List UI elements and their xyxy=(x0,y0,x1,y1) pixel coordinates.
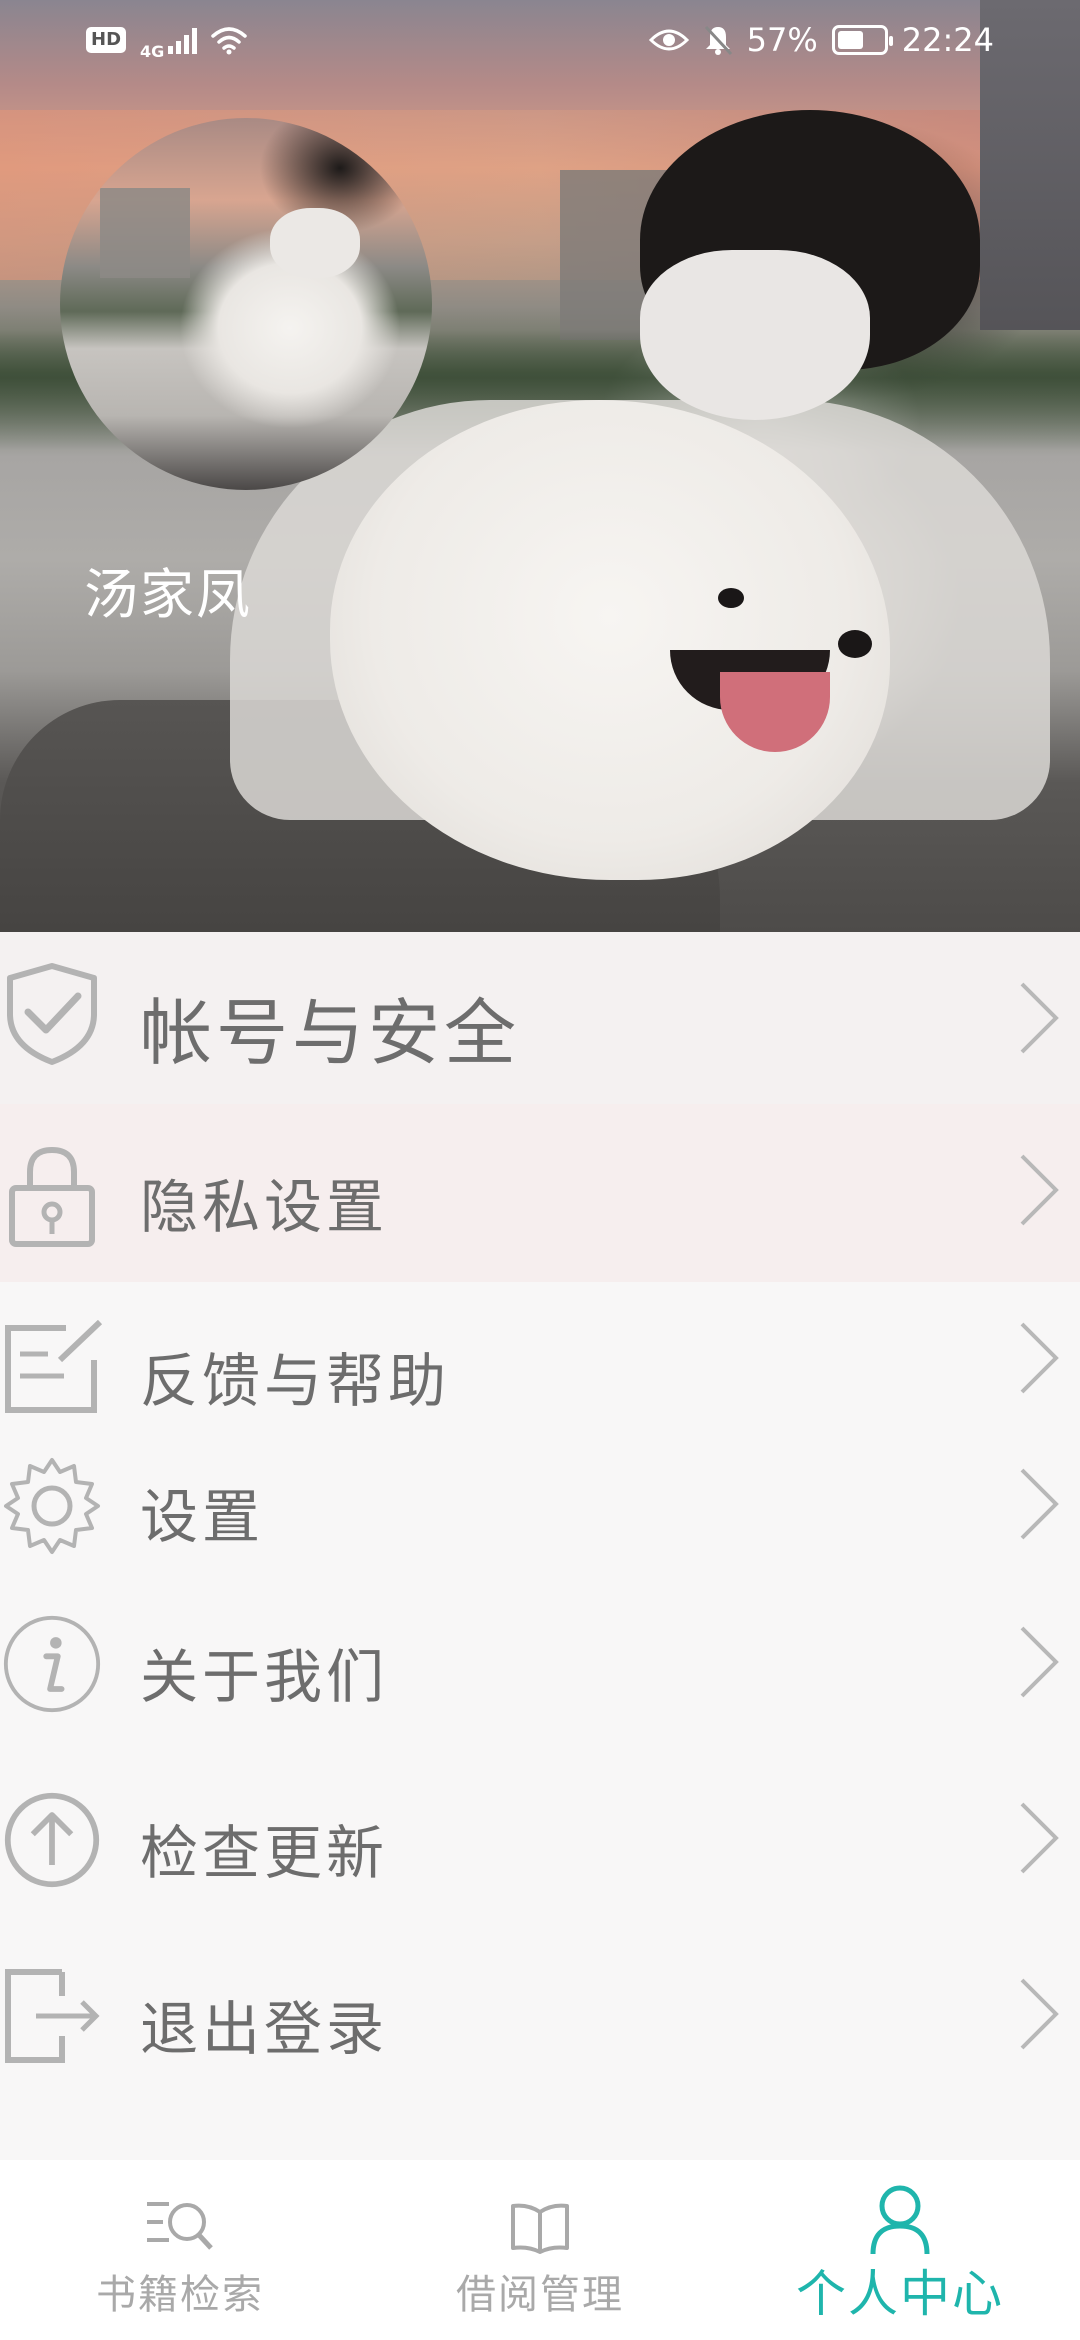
status-right: 57% 22:24 xyxy=(648,21,994,59)
menu-item-label: 检查更新 xyxy=(140,1819,389,1887)
tab-label: 个人中心 xyxy=(796,2265,1004,2323)
hd-icon: HD xyxy=(86,27,127,53)
menu-item-logout[interactable]: 退出登录 xyxy=(0,1926,1080,2102)
menu-item-about[interactable]: 关于我们 xyxy=(0,1574,1080,1750)
photo-dog-eye xyxy=(718,588,744,608)
chevron-right-icon xyxy=(1016,978,1062,1058)
photo-mask xyxy=(640,250,870,420)
chevron-right-icon xyxy=(1016,1318,1062,1398)
upload-arrow-icon xyxy=(2,1790,102,1890)
lock-icon xyxy=(2,1146,102,1247)
menu-item-settings[interactable]: 设置 xyxy=(0,1434,1080,1574)
avatar-photo-building xyxy=(100,188,190,278)
tab-label: 书籍检索 xyxy=(96,2272,264,2318)
menu-item-label: 帐号与安全 xyxy=(140,991,521,1075)
tab-borrow-management[interactable]: 借阅管理 xyxy=(360,2160,720,2340)
menu-item-feedback[interactable]: 反馈与帮助 xyxy=(0,1282,1080,1434)
open-book-icon xyxy=(500,2184,580,2254)
gear-icon xyxy=(2,1456,102,1556)
avatar-photo-mask xyxy=(270,208,360,278)
edit-note-icon xyxy=(2,1318,102,1418)
status-left: HD 4G xyxy=(86,20,248,61)
menu-item-label: 关于我们 xyxy=(140,1643,389,1711)
menu-item-label: 隐私设置 xyxy=(140,1173,389,1241)
user-name: 汤家凤 xyxy=(84,563,252,626)
logout-icon xyxy=(2,1966,102,2066)
chevron-right-icon xyxy=(1016,1622,1062,1702)
menu-item-check-update[interactable]: 检查更新 xyxy=(0,1750,1080,1926)
battery-percent: 57% xyxy=(746,21,818,59)
network-type: 4G xyxy=(140,41,165,61)
menu-item-label: 反馈与帮助 xyxy=(140,1347,451,1415)
photo-dog-nose xyxy=(838,630,872,658)
settings-menu: 帐号与安全 隐私设置 反馈与帮助 设置 关于我们 检查更新 退出登录 xyxy=(0,932,1080,2102)
chevron-right-icon xyxy=(1016,1150,1062,1230)
menu-item-label: 退出登录 xyxy=(140,1995,389,2063)
wifi-icon xyxy=(211,27,248,55)
shield-check-icon xyxy=(2,963,102,1065)
person-icon xyxy=(860,2184,940,2254)
eye-icon xyxy=(648,29,689,51)
tab-label: 借阅管理 xyxy=(456,2272,624,2318)
menu-item-account-security[interactable]: 帐号与安全 xyxy=(0,932,1080,1104)
clock: 22:24 xyxy=(901,21,994,59)
avatar[interactable] xyxy=(60,118,432,490)
battery-icon xyxy=(831,25,893,55)
bottom-nav: 书籍检索 借阅管理 个人中心 xyxy=(0,2160,1080,2340)
chevron-right-icon xyxy=(1016,1798,1062,1878)
chevron-right-icon xyxy=(1016,1464,1062,1544)
status-bar: HD 4G 57% 22:24 xyxy=(0,0,1080,80)
menu-item-label: 设置 xyxy=(140,1483,265,1551)
signal-icon xyxy=(168,26,198,54)
bell-off-icon xyxy=(704,25,732,56)
book-search-icon xyxy=(140,2184,220,2254)
chevron-right-icon xyxy=(1016,1974,1062,2054)
tab-personal-center[interactable]: 个人中心 xyxy=(720,2160,1080,2340)
menu-item-privacy[interactable]: 隐私设置 xyxy=(0,1104,1080,1282)
info-icon xyxy=(2,1614,102,1714)
tab-book-search[interactable]: 书籍检索 xyxy=(0,2160,360,2340)
